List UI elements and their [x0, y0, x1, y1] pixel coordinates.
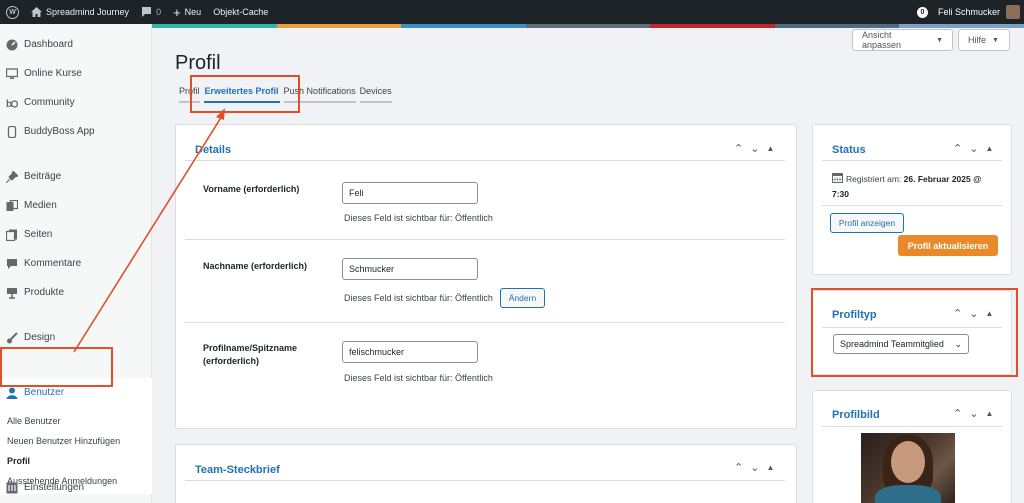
annotation-arrow [73, 108, 225, 353]
